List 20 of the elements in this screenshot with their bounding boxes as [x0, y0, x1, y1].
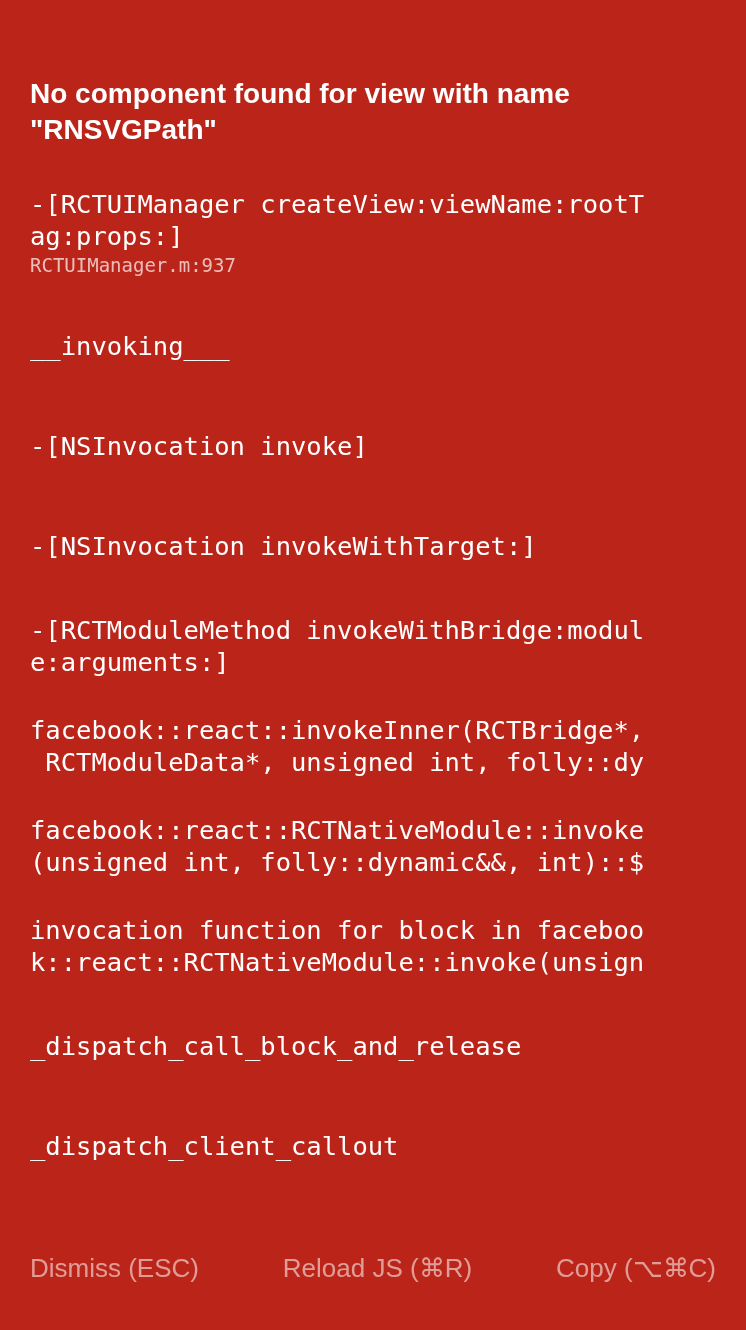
stack-frame-text: facebook::react::invokeInner(RCTBridge*, [30, 714, 646, 746]
stack-frame-text: _dispatch_call_block_and_release [30, 1030, 523, 1062]
stack-frame-text: -[NSInvocation invokeWithTarget:] [30, 530, 538, 562]
stack-frame-text: _dispatch_client_callout [30, 1130, 400, 1162]
stack-frame-text: RCTModuleData*, unsigned int, folly::dy [44, 746, 646, 778]
reload-button[interactable]: Reload JS (⌘R) [262, 1237, 493, 1300]
copy-button[interactable]: Copy (⌥⌘C) [535, 1237, 736, 1300]
stack-frame-text: facebook::react::RCTNativeModule::invoke [30, 814, 646, 846]
error-title: No component found for view with name "RNSVGPath" [29, 77, 571, 147]
stack-frame-text: invocation function for block in faceboo [30, 914, 646, 946]
stack-frame-text: -[NSInvocation invoke] [30, 430, 369, 462]
stack-frame-text: -[RCTModuleMethod invokeWithBridge:modul [30, 614, 646, 646]
file-location: RCTUIManager.m:937 [30, 253, 237, 278]
stack-frame-text: k::react::RCTNativeModule::invoke(unsign [30, 946, 646, 978]
dismiss-button[interactable]: Dismiss (ESC) [10, 1237, 219, 1300]
stack-frame-text: -[RCTUIManager createView:viewName:rootT [30, 188, 646, 220]
stack-frame-text: e:arguments:] [30, 646, 231, 678]
stack-frame-text: __invoking___ [30, 330, 231, 362]
stack-frame-text: ag:props:] [30, 220, 185, 252]
stack-frame-text: (unsigned int, folly::dynamic&&, int)::$ [30, 846, 646, 878]
